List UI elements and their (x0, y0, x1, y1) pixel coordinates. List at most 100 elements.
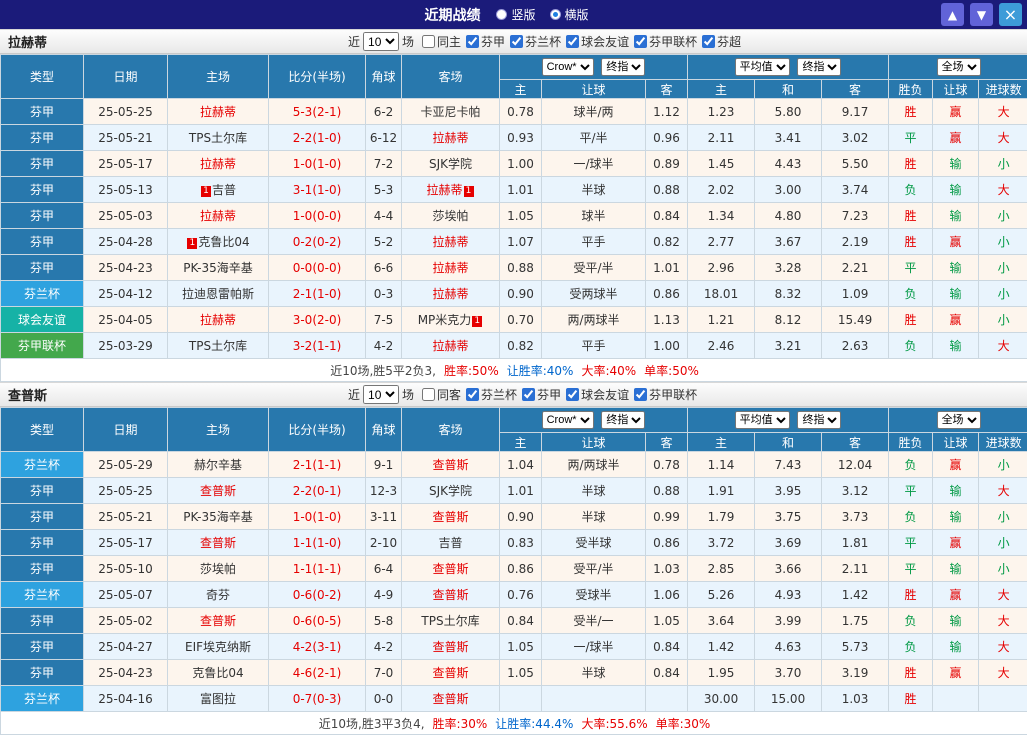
match-count-select[interactable]: 10 (363, 32, 400, 51)
league-checkbox[interactable] (702, 35, 716, 48)
league-label: 球会友谊 (581, 35, 630, 49)
odds-away-cell: 0.82 (644, 228, 689, 255)
league-filter[interactable]: 芬甲联杯 (634, 33, 697, 50)
avg-group-header: 平均值 终指 (687, 407, 890, 433)
league-filter[interactable]: 芬甲 (522, 386, 561, 403)
match-row: 芬甲 25-05-13 1 吉普 3-1(1-0) 5-3 拉赫蒂 1 1.01 半球 0.88 2.… (0, 176, 1027, 203)
odds-home-cell: 0.90 (499, 280, 542, 307)
team-label: TPS土尔库 (188, 131, 248, 145)
team-label: SJK学院 (428, 157, 473, 171)
date-cell: 25-05-03 (83, 202, 168, 229)
home-team-cell: 莎埃帕 (167, 555, 269, 582)
close-button[interactable]: × (999, 3, 1022, 26)
odds-away-cell: 0.99 (644, 503, 689, 530)
match-row: 芬兰杯 25-04-16 富图拉 0-7(0-3) 0-0 查普斯 30.00 15.00 1.… (0, 685, 1027, 712)
league-filter[interactable]: 芬甲 (466, 33, 505, 50)
avg-away-cell: 12.04 (821, 451, 890, 478)
league-checkbox[interactable] (466, 388, 480, 401)
league-checkbox[interactable] (522, 388, 536, 401)
league-filter[interactable]: 球会友谊 (566, 33, 629, 50)
handicap-cell: 受半/一 (541, 607, 646, 634)
handicap-result-cell: 赢 (932, 659, 980, 686)
avg-time-select[interactable]: 终指 (797, 411, 842, 429)
avg-home-cell: 1.79 (687, 503, 756, 530)
league-label: 芬甲 (537, 388, 562, 402)
league-checkbox[interactable] (510, 35, 524, 48)
league-filter[interactable]: 芬甲联杯 (634, 386, 697, 403)
handicap-cell: 平/半 (541, 124, 646, 151)
handicap-result-cell: 输 (932, 332, 980, 359)
odds-home-cell (499, 685, 542, 712)
score-cell: 0-2(0-2) (268, 228, 366, 255)
odds-company-select[interactable]: Crow* (541, 58, 594, 76)
league-filter[interactable]: 同客 (422, 386, 461, 403)
layout-vertical-radio[interactable]: 竖版 (496, 6, 536, 23)
league-filter[interactable]: 芬兰杯 (510, 33, 561, 50)
results-tbody-1: 芬兰杯 25-05-29 赫尔辛基 2-1(1-1) 9-1 查普斯 1.04 两/两球半 0.… (0, 451, 1027, 712)
home-team-cell: 查普斯 (167, 607, 269, 634)
avg-away-cell: 2.21 (821, 254, 890, 281)
score-cell: 4-6(2-1) (268, 659, 366, 686)
summary-part: 胜率:30% (432, 716, 488, 731)
full-match-select[interactable]: 全场 (936, 411, 981, 429)
league-type-cell: 芬甲联杯 (0, 332, 84, 359)
full-match-select[interactable]: 全场 (936, 58, 981, 76)
up-arrow-button[interactable]: ▲ (941, 3, 964, 26)
league-checkbox[interactable] (422, 388, 436, 401)
odds-away-cell: 1.13 (644, 306, 689, 333)
avg-group-header: 平均值 终指 (687, 54, 890, 80)
goals-result-cell: 大 (978, 176, 1027, 203)
league-checkbox[interactable] (634, 388, 648, 401)
handicap-result-cell: 赢 (932, 306, 980, 333)
league-filter[interactable]: 芬兰杯 (466, 386, 517, 403)
match-row: 芬甲 25-05-25 拉赫蒂 5-3(2-1) 6-2 卡亚尼卡帕 0.78 球半/两 1.1… (0, 98, 1027, 125)
avg-source-select[interactable]: 平均值 (734, 411, 790, 429)
odds-time-select[interactable]: 终指 (601, 58, 646, 76)
date-cell: 25-05-13 (83, 176, 168, 203)
filter-near-label: 近 (348, 388, 361, 402)
match-row: 芬兰杯 25-04-12 拉迪恩雷帕斯 2-1(1-0) 0-3 拉赫蒂 0.90 受两球半 0… (0, 280, 1027, 307)
avg-draw-cell: 8.32 (754, 280, 823, 307)
league-filter[interactable]: 球会友谊 (566, 386, 629, 403)
odds-away-cell: 0.84 (644, 659, 689, 686)
league-checkbox[interactable] (422, 35, 436, 48)
league-checkbox[interactable] (466, 35, 480, 48)
score-cell: 1-0(1-0) (268, 503, 366, 530)
league-filter[interactable]: 同主 (422, 33, 461, 50)
league-checkbox[interactable] (566, 388, 580, 401)
corner-cell: 7-2 (365, 150, 402, 177)
avg-home-cell: 1.21 (687, 306, 756, 333)
score-cell: 5-3(2-1) (268, 98, 366, 125)
odds-away-cell: 1.12 (644, 98, 689, 125)
corner-cell: 6-6 (365, 254, 402, 281)
handicap-result-cell: 赢 (932, 124, 980, 151)
summary-cell-0: 近10场,胜5平2负3, 胜率:50% 让胜率:40% 大率:40% 单率:50% (0, 358, 1027, 382)
handicap-result-cell: 输 (932, 150, 980, 177)
home-team-cell: 富图拉 (167, 685, 269, 712)
away-team-cell: 查普斯 (401, 503, 500, 530)
goals-result-cell: 大 (978, 477, 1027, 504)
layout-horizontal-radio[interactable]: 横版 (549, 6, 589, 23)
match-count-select[interactable]: 10 (363, 385, 400, 404)
handicap-cell: 球半 (541, 202, 646, 229)
wdl-result-cell: 胜 (888, 685, 934, 712)
odds-away-cell: 0.86 (644, 280, 689, 307)
league-type-cell: 芬兰杯 (0, 581, 84, 608)
team-label: TPS土尔库 (421, 614, 480, 628)
odds-group-header: Crow* 终指 (498, 407, 689, 433)
odds-time-select[interactable]: 终指 (601, 411, 646, 429)
score-cell: 1-0(0-0) (268, 202, 366, 229)
avg-away-cell: 1.75 (821, 607, 890, 634)
avg-source-select[interactable]: 平均值 (734, 58, 790, 76)
odds-company-select[interactable]: Crow* (541, 411, 594, 429)
match-row: 芬甲 25-05-10 莎埃帕 1-1(1-1) 6-4 查普斯 0.86 受平/半 1.03 2… (0, 555, 1027, 582)
handicap-result-cell: 赢 (932, 228, 980, 255)
avg-away-cell: 1.03 (821, 685, 890, 712)
league-filter[interactable]: 芬超 (702, 33, 741, 50)
avg-time-select[interactable]: 终指 (797, 58, 842, 76)
summary-part: 胜率:50% (444, 363, 499, 378)
down-arrow-button[interactable]: ▼ (970, 3, 993, 26)
league-checkbox[interactable] (566, 35, 580, 48)
team-label: 查普斯 (432, 640, 469, 654)
league-checkbox[interactable] (634, 35, 648, 48)
